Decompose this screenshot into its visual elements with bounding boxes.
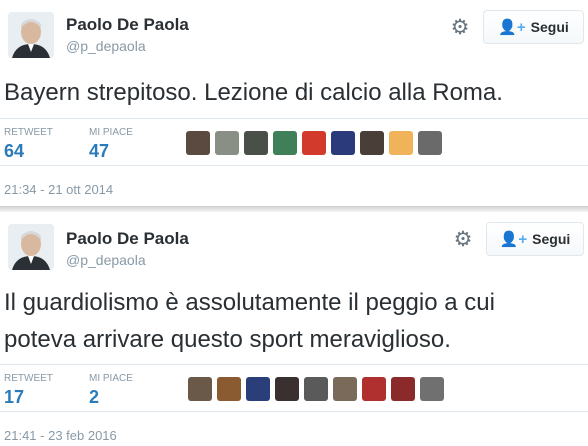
timestamp[interactable]: 21:34 - 21 ott 2014 (4, 182, 113, 197)
tweet-stats: RETWEET 64 MI PIACE 47 (0, 118, 588, 166)
display-name[interactable]: Paolo De Paola (66, 229, 189, 249)
tweet-text: Bayern strepitoso. Lezione di calcio all… (4, 74, 503, 111)
follow-label: Segui (532, 231, 571, 247)
liker-avatar[interactable] (188, 377, 212, 401)
retweet-label: RETWEET (4, 373, 53, 384)
liker-avatar[interactable] (273, 131, 297, 155)
liker-avatar[interactable] (360, 131, 384, 155)
liker-avatars (188, 377, 444, 401)
tweet-text-line: Il guardiolismo è assolutamente il peggi… (4, 289, 495, 316)
follow-button[interactable]: 👤+ Segui (486, 222, 584, 256)
retweet-count[interactable]: 17 (4, 387, 24, 408)
likes-count[interactable]: 47 (89, 141, 109, 162)
avatar[interactable] (8, 224, 54, 270)
liker-avatar[interactable] (302, 131, 326, 155)
person-plus-icon: 👤+ (499, 231, 528, 248)
liker-avatar[interactable] (331, 131, 355, 155)
likes-label: MI PIACE (89, 127, 133, 138)
gear-icon[interactable]: ⚙ (449, 17, 471, 39)
liker-avatar[interactable] (420, 377, 444, 401)
tweet-stats: RETWEET 17 MI PIACE 2 (0, 364, 588, 412)
follow-label: Segui (530, 19, 569, 35)
liker-avatars (186, 131, 442, 155)
follow-button[interactable]: 👤+ Segui (483, 10, 584, 44)
retweet-label: RETWEET (4, 127, 53, 138)
liker-avatar[interactable] (418, 131, 442, 155)
liker-avatar[interactable] (391, 377, 415, 401)
liker-avatar[interactable] (215, 131, 239, 155)
liker-avatar[interactable] (246, 377, 270, 401)
gear-icon[interactable]: ⚙ (452, 229, 474, 251)
tweet-card-1: Paolo De Paola @p_depaola ⚙ 👤+ Segui Bay… (0, 0, 588, 206)
liker-avatar[interactable] (333, 377, 357, 401)
person-plus-icon: 👤+ (498, 19, 526, 36)
likes-label: MI PIACE (89, 373, 133, 384)
username[interactable]: @p_depaola (66, 38, 146, 54)
liker-avatar[interactable] (389, 131, 413, 155)
tweet-text-line: Bayern strepitoso. Lezione di calcio all… (4, 79, 503, 106)
liker-avatar[interactable] (304, 377, 328, 401)
username[interactable]: @p_depaola (66, 252, 146, 268)
display-name[interactable]: Paolo De Paola (66, 15, 189, 35)
liker-avatar[interactable] (362, 377, 386, 401)
liker-avatar[interactable] (244, 131, 268, 155)
timestamp[interactable]: 21:41 - 23 feb 2016 (4, 428, 117, 443)
tweet-card-2: Paolo De Paola @p_depaola ⚙ 👤+ Segui Il … (0, 212, 588, 446)
liker-avatar[interactable] (186, 131, 210, 155)
liker-avatar[interactable] (275, 377, 299, 401)
likes-count[interactable]: 2 (89, 387, 99, 408)
tweet-text-line: poteva arrivare questo sport meraviglios… (4, 326, 451, 353)
retweet-count[interactable]: 64 (4, 141, 24, 162)
avatar[interactable] (8, 12, 54, 58)
liker-avatar[interactable] (217, 377, 241, 401)
tweet-text: Il guardiolismo è assolutamente il peggi… (4, 284, 495, 358)
